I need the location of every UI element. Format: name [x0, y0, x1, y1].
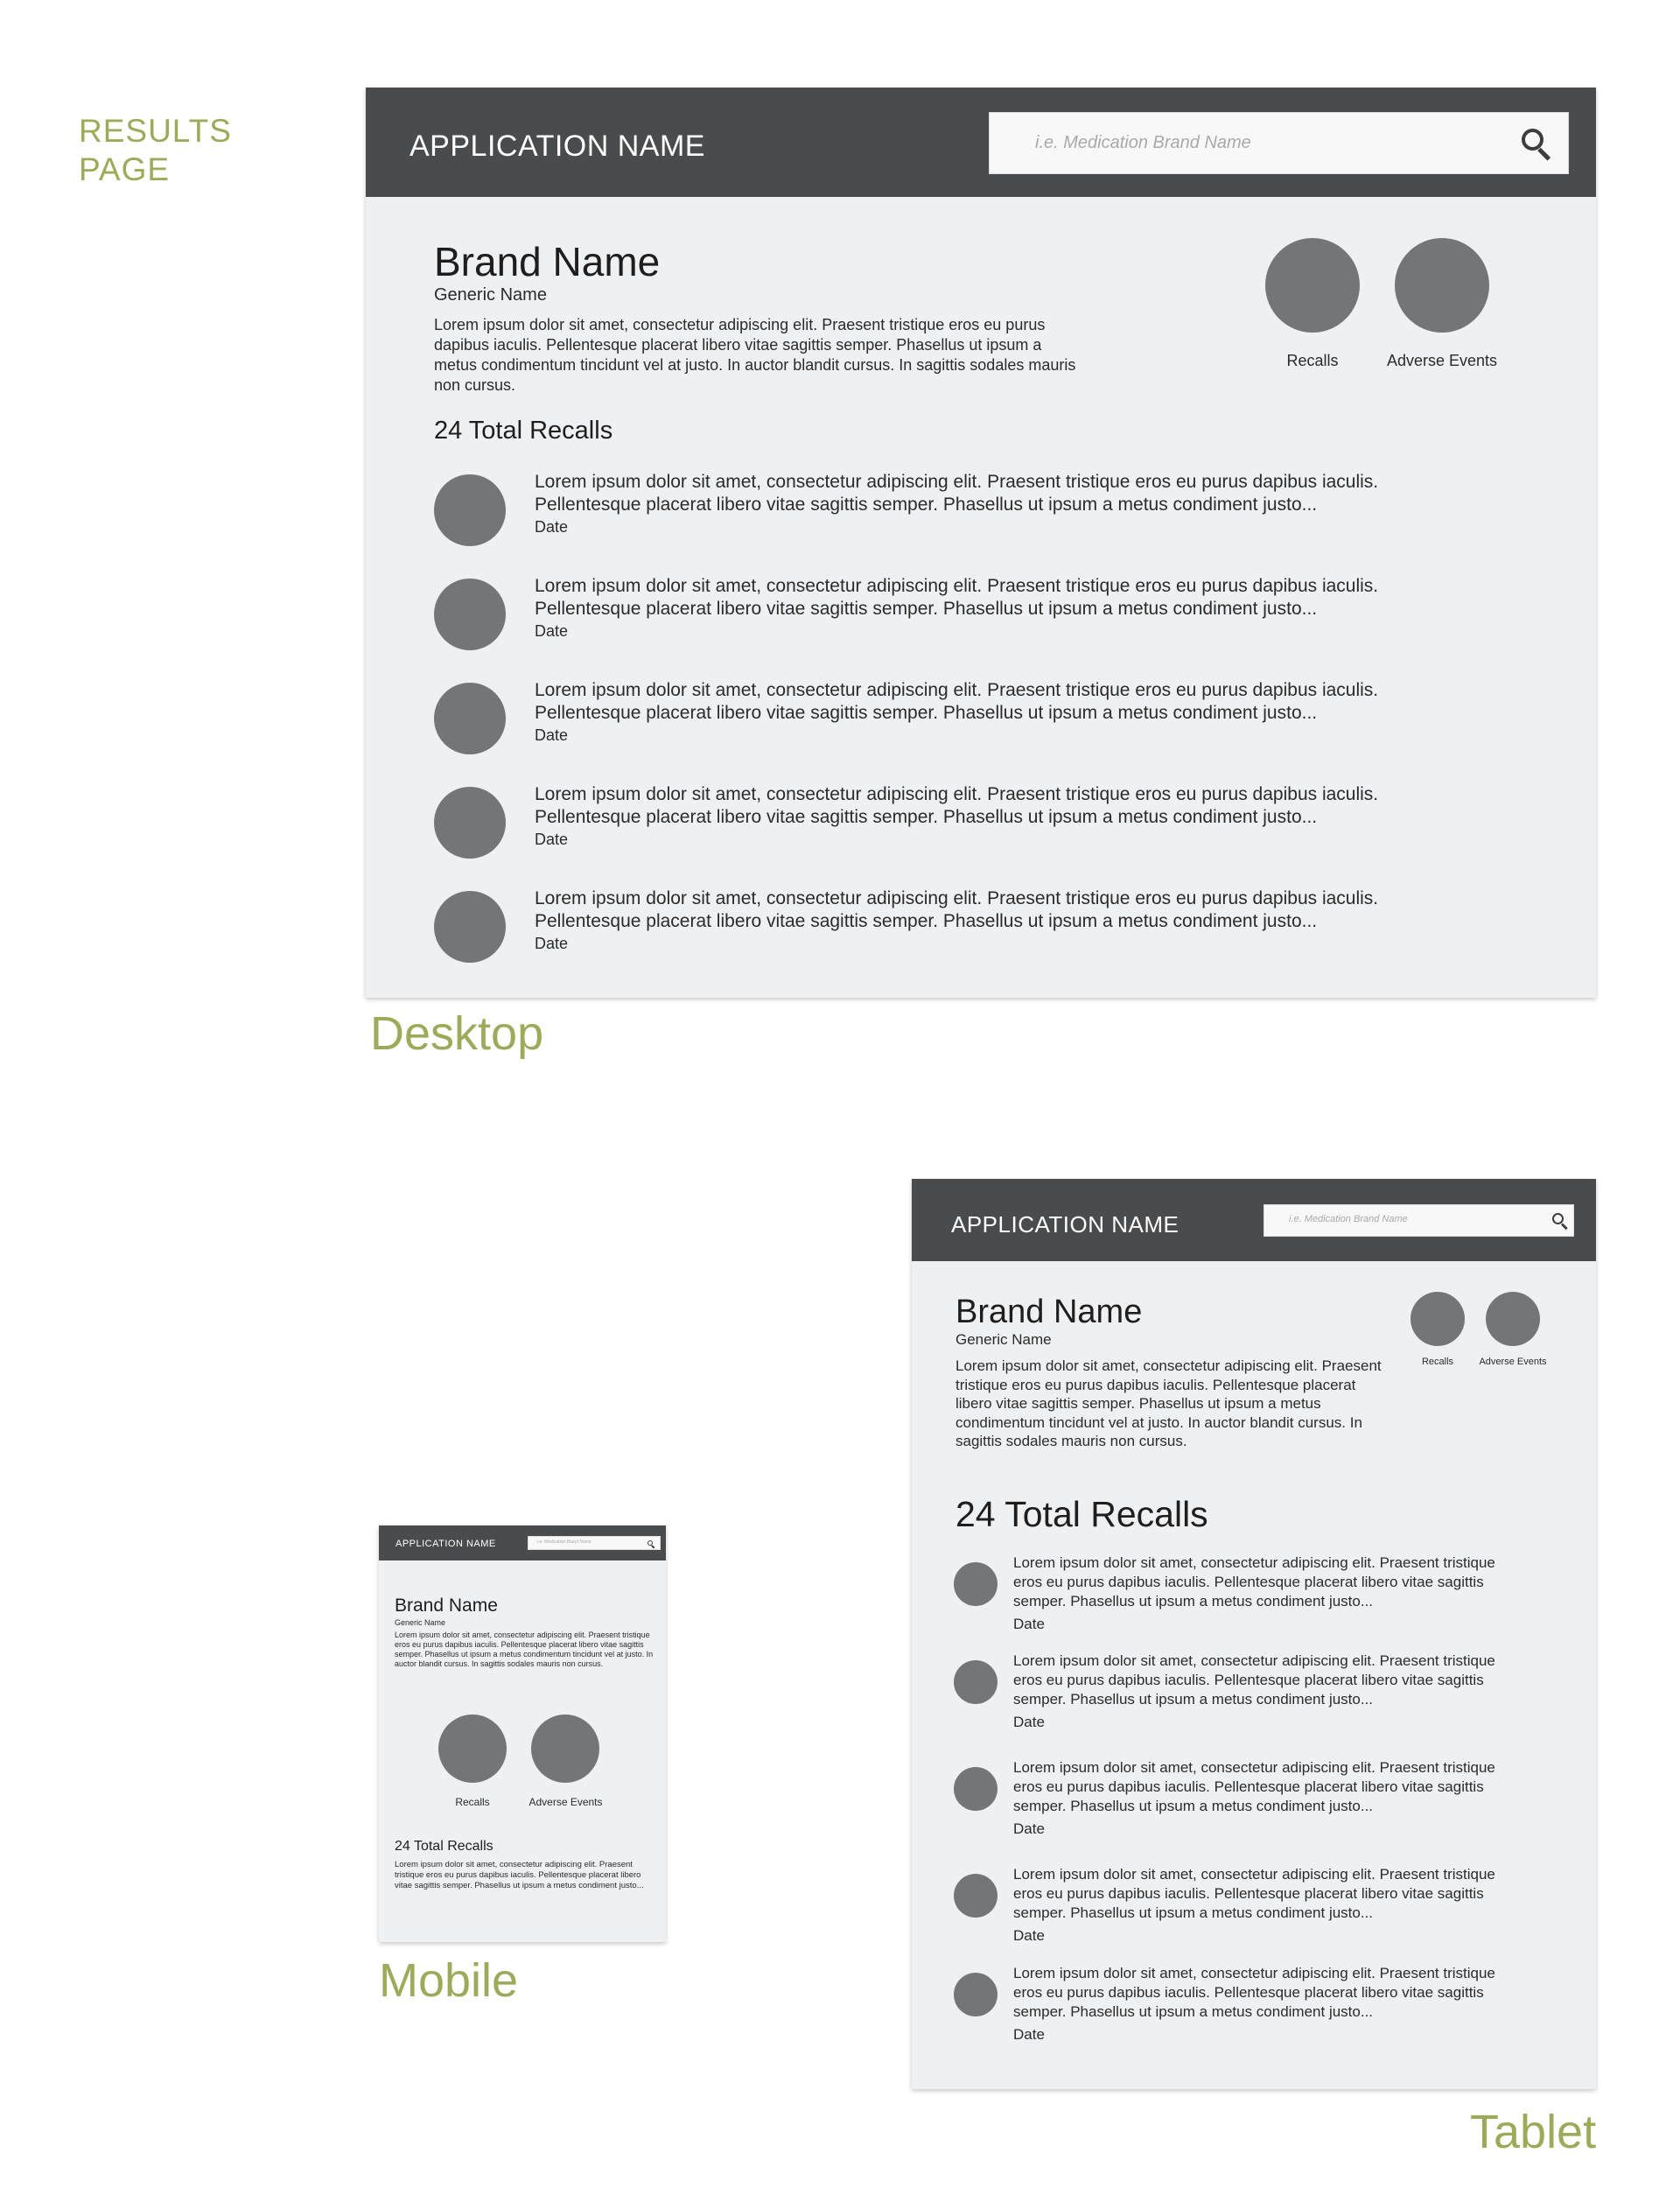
search-icon[interactable]: [1522, 129, 1553, 161]
recall-summary: Lorem ipsum dolor sit amet, consectetur …: [535, 576, 1379, 619]
mobile-mockup: APPLICATION NAME i.e. Medication Brand N…: [379, 1525, 666, 1942]
header-bar: APPLICATION NAME i.e. Medication Brand N…: [366, 88, 1596, 197]
page-label: RESULTS PAGE: [79, 113, 232, 187]
recalls-button[interactable]: [438, 1715, 507, 1783]
recall-thumbnail: [434, 891, 506, 963]
total-recalls-heading: 24 Total Recalls: [434, 417, 613, 445]
search-placeholder: i.e. Medication Brand Name: [1035, 133, 1251, 152]
recall-summary: Lorem ipsum dolor sit amet, consectetur …: [1013, 1554, 1495, 1609]
recall-thumbnail: [954, 1973, 998, 2016]
recall-date: Date: [535, 622, 569, 640]
tablet-mockup: APPLICATION NAME i.e. Medication Brand N…: [912, 1179, 1596, 2089]
adverse-events-button[interactable]: [531, 1715, 599, 1783]
adverse-events-button[interactable]: [1486, 1292, 1540, 1346]
caption-tablet: Tablet: [1470, 2106, 1597, 2158]
app-name[interactable]: APPLICATION NAME: [396, 1539, 496, 1549]
caption-mobile: Mobile: [379, 1954, 519, 2007]
recall-thumbnail: [434, 474, 506, 546]
recall-date: Date: [535, 935, 569, 952]
product-description: Lorem ipsum dolor sit amet, consectetur …: [434, 316, 1076, 394]
recall-date: Date: [1013, 1927, 1045, 1944]
recalls-label: Recalls: [1421, 1357, 1454, 1367]
recall-date: Date: [535, 726, 569, 744]
search-icon[interactable]: [648, 1540, 655, 1549]
app-name[interactable]: APPLICATION NAME: [410, 130, 705, 164]
recall-thumbnail: [954, 1660, 998, 1704]
product-description: Lorem ipsum dolor sit amet, consectetur …: [956, 1357, 1382, 1449]
recall-summary: Lorem ipsum dolor sit amet, consectetur …: [535, 472, 1379, 515]
recall-thumbnail: [434, 579, 506, 650]
generic-name: Generic Name: [956, 1331, 1052, 1348]
adverse-events-label: Adverse Events: [1479, 1357, 1547, 1367]
recall-summary: Lorem ipsum dolor sit amet, consectetur …: [1013, 1965, 1495, 2020]
adverse-events-button[interactable]: [1395, 238, 1489, 333]
recall-thumbnail: [954, 1562, 998, 1606]
adverse-events-label: Adverse Events: [1386, 352, 1498, 369]
product-description: Lorem ipsum dolor sit amet, consectetur …: [395, 1630, 654, 1668]
recall-item[interactable]: Lorem ipsum dolor sit amet, consectetur …: [954, 1866, 1566, 1967]
recall-thumbnail: [434, 787, 506, 859]
header-bar: APPLICATION NAME i.e. Medication Brand N…: [912, 1179, 1596, 1261]
caption-desktop: Desktop: [370, 1007, 544, 1060]
generic-name: Generic Name: [395, 1618, 446, 1627]
search-input[interactable]: i.e. Medication Brand Name: [1264, 1204, 1574, 1237]
recall-date: Date: [1013, 2026, 1045, 2043]
search-placeholder: i.e. Medication Brand Name: [1289, 1214, 1408, 1224]
recall-thumbnail: [954, 1767, 998, 1811]
recall-summary: Lorem ipsum dolor sit amet, consectetur …: [535, 680, 1379, 723]
recall-item[interactable]: Lorem ipsum dolor sit amet, consectetur …: [954, 1759, 1566, 1860]
total-recalls-heading: 24 Total Recalls: [395, 1839, 494, 1854]
recalls-button[interactable]: [1265, 238, 1360, 333]
search-icon[interactable]: [1552, 1213, 1568, 1231]
recall-summary: Lorem ipsum dolor sit amet, consectetur …: [395, 1860, 644, 1890]
recall-item[interactable]: Lorem ipsum dolor sit amet, consectetur …: [954, 1965, 1566, 2065]
recalls-label: Recalls: [1286, 352, 1339, 369]
recall-date: Date: [1013, 1820, 1045, 1837]
recalls-label: Recalls: [455, 1796, 490, 1808]
app-name[interactable]: APPLICATION NAME: [951, 1211, 1179, 1238]
recall-thumbnail: [954, 1874, 998, 1918]
brand-name: Brand Name: [395, 1595, 498, 1616]
search-input[interactable]: i.e. Medication Brand Name: [989, 112, 1569, 174]
recall-date: Date: [535, 518, 569, 536]
header-bar: APPLICATION NAME i.e. Medication Brand N…: [379, 1525, 666, 1560]
recall-date: Date: [1013, 1714, 1045, 1730]
total-recalls-heading: 24 Total Recalls: [956, 1494, 1208, 1534]
recall-summary: Lorem ipsum dolor sit amet, consectetur …: [535, 784, 1379, 827]
recall-item[interactable]: Lorem ipsum dolor sit amet, consectetur …: [434, 576, 1396, 656]
desktop-mockup: APPLICATION NAME i.e. Medication Brand N…: [366, 88, 1596, 998]
recall-item[interactable]: Lorem ipsum dolor sit amet, consectetur …: [434, 888, 1396, 968]
recall-summary: Lorem ipsum dolor sit amet, consectetur …: [1013, 1866, 1495, 1921]
recall-date: Date: [1013, 1616, 1045, 1632]
search-placeholder: i.e. Medication Brand Name: [537, 1539, 592, 1545]
adverse-events-label: Adverse Events: [528, 1796, 603, 1808]
search-input[interactable]: i.e. Medication Brand Name: [528, 1536, 661, 1550]
recalls-button[interactable]: [1410, 1292, 1465, 1346]
recall-item[interactable]: Lorem ipsum dolor sit amet, consectetur …: [434, 472, 1396, 551]
recall-item[interactable]: Lorem ipsum dolor sit amet, consectetur …: [954, 1554, 1566, 1655]
recall-summary: Lorem ipsum dolor sit amet, consectetur …: [535, 888, 1379, 931]
recall-summary: Lorem ipsum dolor sit amet, consectetur …: [1013, 1652, 1495, 1708]
generic-name: Generic Name: [434, 285, 547, 305]
brand-name: Brand Name: [434, 239, 661, 284]
brand-name: Brand Name: [956, 1294, 1143, 1330]
recall-date: Date: [535, 831, 569, 848]
recall-item[interactable]: Lorem ipsum dolor sit amet, consectetur …: [954, 1652, 1566, 1753]
recall-item[interactable]: Lorem ipsum dolor sit amet, consectetur …: [395, 1860, 657, 1912]
recall-summary: Lorem ipsum dolor sit amet, consectetur …: [1013, 1759, 1495, 1814]
recall-item[interactable]: Lorem ipsum dolor sit amet, consectetur …: [434, 784, 1396, 864]
recall-item[interactable]: Lorem ipsum dolor sit amet, consectetur …: [434, 680, 1396, 760]
recall-thumbnail: [434, 683, 506, 754]
